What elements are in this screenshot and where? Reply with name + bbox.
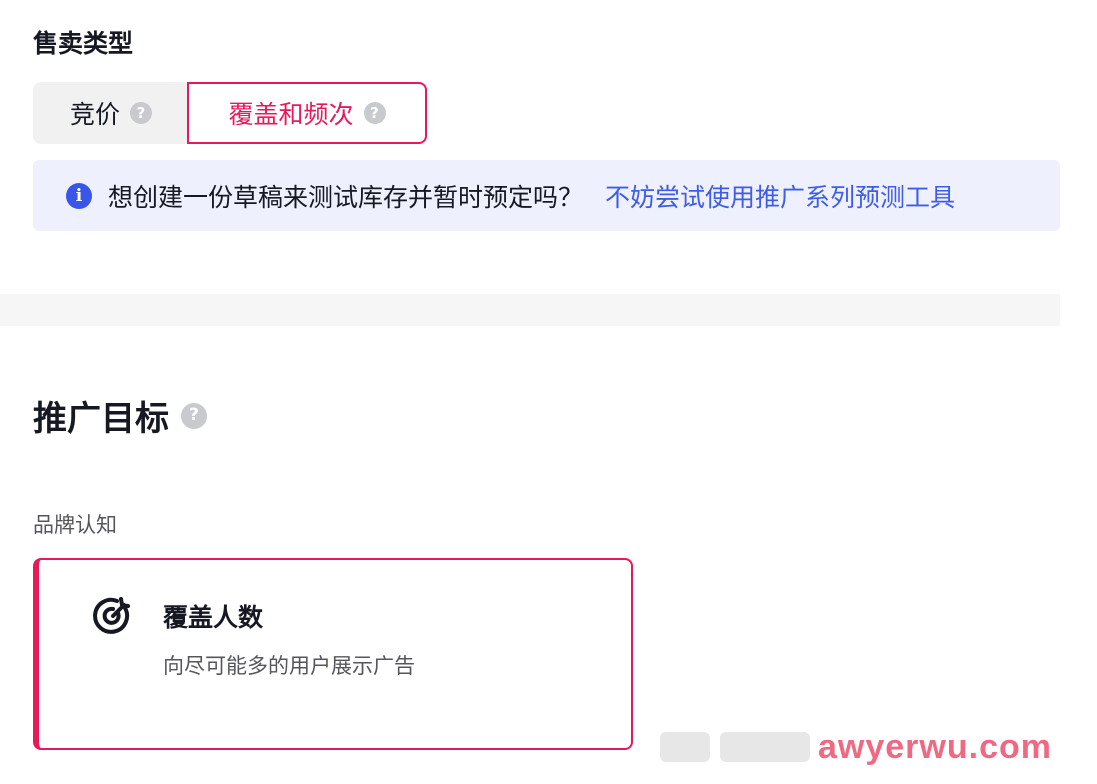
info-banner: i 想创建一份草稿来测试库存并暂时预定吗？ 不妨尝试使用推广系列预测工具 xyxy=(33,160,1060,231)
sale-type-option-label: 竞价 xyxy=(69,101,120,129)
watermark-blur xyxy=(720,732,810,762)
watermark-blur xyxy=(660,732,710,762)
banner-message: 想创建一份草稿来测试库存并暂时预定吗？ xyxy=(108,183,584,212)
watermark-text: awyerwu.com xyxy=(818,728,1052,766)
help-icon[interactable]: ? xyxy=(181,402,207,429)
objective-card-reach[interactable]: 覆盖人数 向尽可能多的用户展示广告 xyxy=(33,558,633,750)
objective-category-label: 品牌认知 xyxy=(33,514,117,537)
card-description: 向尽可能多的用户展示广告 xyxy=(163,655,415,678)
info-icon: i xyxy=(66,182,92,209)
card-title: 覆盖人数 xyxy=(163,604,264,632)
objective-title: 推广目标 xyxy=(33,400,169,438)
forecast-tool-link[interactable]: 不妨尝试使用推广系列预测工具 xyxy=(605,178,955,214)
help-icon[interactable]: ? xyxy=(130,102,152,124)
objective-header: 推广目标 ? xyxy=(33,391,207,440)
target-icon xyxy=(93,597,130,634)
sale-type-option-bid[interactable]: 竞价 ? xyxy=(33,82,189,144)
section-divider xyxy=(0,294,1060,326)
sale-type-title: 售卖类型 xyxy=(33,30,134,58)
sale-type-option-label: 覆盖和频次 xyxy=(228,101,354,129)
sale-type-option-reach-frequency[interactable]: 覆盖和频次 ? xyxy=(187,82,427,144)
help-icon[interactable]: ? xyxy=(363,102,386,124)
